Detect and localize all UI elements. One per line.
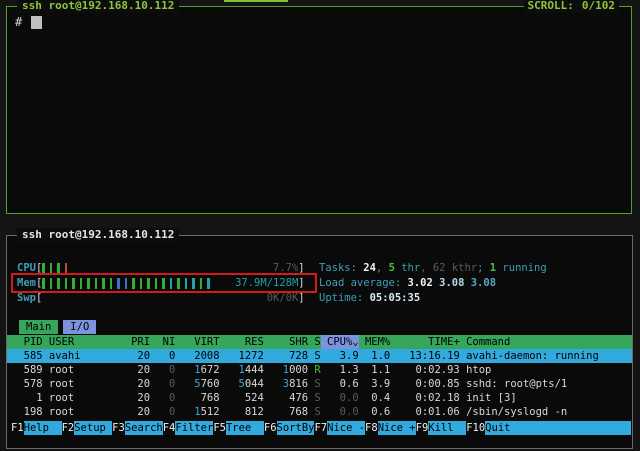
function-key-bar: F1HelpF2SetupF3SearchF4FilterF5TreeF6Sor… [11, 421, 631, 435]
fnlabel-setup[interactable]: Setup [74, 421, 112, 435]
meter-bar [200, 278, 203, 289]
mem-meter: Mem[37.9M/128M] [17, 276, 305, 291]
column-header-user[interactable]: USER [43, 335, 125, 349]
process-row-pid-1[interactable]: 1root200768524476S0.00.40:02.18init [3] [7, 391, 632, 405]
fnlabel-filter[interactable]: Filter [175, 421, 213, 435]
scroll-indicator: SCROLL: 0/102 [524, 0, 619, 13]
meter-bar [185, 278, 188, 289]
fnlabel-quit[interactable]: Quit [485, 421, 523, 435]
htop-screen: CPU[7.7%]Mem[37.9M/128M]Swp[0K/0K] Tasks… [7, 236, 632, 448]
swp-meter: Swp[0K/0K] [17, 291, 305, 306]
meter-bar [110, 278, 113, 289]
fnlabel-help[interactable]: Help [24, 421, 62, 435]
process-row-pid-198[interactable]: 198root2001512812768S0.00.60:01.06/sbin/… [7, 405, 632, 419]
fnkey-f3[interactable]: F3 [112, 421, 125, 435]
column-header-s[interactable]: S [308, 335, 321, 349]
fnkey-f6[interactable]: F6 [264, 421, 277, 435]
column-header-cpu[interactable]: CPU%⌄ [321, 335, 359, 349]
fnkey-f5[interactable]: F5 [213, 421, 226, 435]
cpu-meter-label: CPU [17, 262, 36, 274]
meter-bar [170, 278, 173, 289]
uptime-line: Uptime: 05:05:35 [319, 291, 547, 306]
meter-bar [50, 263, 53, 274]
meter-bar [132, 278, 135, 289]
meter-bar [147, 278, 150, 289]
meter-bar [177, 278, 180, 289]
fnlabel-kill[interactable]: Kill [428, 421, 466, 435]
process-row-pid-578[interactable]: 578root200576050443816S0.63.90:00.85sshd… [7, 377, 632, 391]
fnkey-f10[interactable]: F10 [466, 421, 485, 435]
column-header-time[interactable]: TIME+ [390, 335, 460, 349]
shell-prompt: # [15, 15, 42, 29]
tasks-line: Tasks: 24, 5 thr, 62 kthr; 1 running [319, 261, 547, 276]
process-row-pid-585[interactable]: 585avahi20020081272728S3.91.013:16.19ava… [7, 349, 632, 363]
meter-bar [155, 278, 158, 289]
fnlabel-nice[interactable]: Nice + [378, 421, 416, 435]
column-header-pri[interactable]: PRI [125, 335, 150, 349]
mem-meter-value: 37.9M/128M [235, 277, 298, 290]
meter-bar [72, 278, 75, 289]
meter-bar [57, 278, 60, 289]
fnkey-f8[interactable]: F8 [365, 421, 378, 435]
text-cursor [31, 16, 42, 29]
fnbar-filler [523, 421, 631, 435]
terminal-pane-bottom[interactable]: ssh root@192.168.10.112 CPU[7.7%]Mem[37.… [6, 235, 633, 449]
meter-bar [80, 278, 83, 289]
prompt-symbol: # [15, 15, 22, 29]
scroll-value: 0/102 [582, 0, 615, 12]
process-table-rows: 585avahi20020081272728S3.91.013:16.19ava… [7, 349, 632, 419]
meter-bar [125, 278, 128, 289]
column-header-mem[interactable]: MEM% [359, 335, 391, 349]
meter-bar [65, 263, 68, 274]
meter-bar [42, 278, 45, 289]
tab-io[interactable]: I/O [63, 320, 96, 334]
tab-main[interactable]: Main [19, 320, 58, 334]
meter-bar [57, 263, 60, 274]
meter-bar [162, 278, 165, 289]
meter-bar [42, 263, 45, 274]
fnlabel-search[interactable]: Search [125, 421, 163, 435]
fnlabel-tree[interactable]: Tree [226, 421, 264, 435]
load-average-line: Load average: 3.02 3.08 3.08 [319, 276, 547, 291]
meter-bar [207, 278, 210, 289]
process-table-header[interactable]: PIDUSERPRINIVIRTRESSHRSCPU%⌄MEM%TIME+Com… [7, 335, 632, 349]
column-header-shr[interactable]: SHR [264, 335, 308, 349]
column-header-ni[interactable]: NI [150, 335, 175, 349]
column-header-res[interactable]: RES [220, 335, 264, 349]
htop-meters: CPU[7.7%]Mem[37.9M/128M]Swp[0K/0K] [17, 261, 305, 306]
swp-meter-label: Swp [17, 292, 36, 304]
meter-bar [192, 278, 195, 289]
meter-bar [50, 278, 53, 289]
meter-bar [95, 278, 98, 289]
mem-meter-label: Mem [17, 277, 36, 289]
cpu-meter: CPU[7.7%] [17, 261, 305, 276]
htop-tabs: Main I/O [19, 320, 101, 334]
cpu-meter-value: 7.7% [273, 262, 298, 275]
fnkey-f7[interactable]: F7 [314, 421, 327, 435]
swp-meter-value: 0K/0K [267, 292, 299, 305]
fnkey-f4[interactable]: F4 [163, 421, 176, 435]
stray-green-line [224, 0, 288, 2]
meter-bar [87, 278, 90, 289]
fnkey-f2[interactable]: F2 [62, 421, 75, 435]
column-header-pid[interactable]: PID [11, 335, 43, 349]
terminal-pane-top[interactable]: ssh root@192.168.10.112 SCROLL:0/102 # [6, 6, 632, 214]
column-header-command[interactable]: Command [460, 335, 632, 349]
htop-info-column: Tasks: 24, 5 thr, 62 kthr; 1 runningLoad… [319, 261, 547, 306]
fnkey-f1[interactable]: F1 [11, 421, 24, 435]
meter-bar [117, 278, 120, 289]
fnlabel-nice[interactable]: Nice - [327, 421, 365, 435]
pane-title: ssh root@192.168.10.112 [17, 0, 179, 13]
meter-bar [140, 278, 143, 289]
column-header-virt[interactable]: VIRT [175, 335, 219, 349]
meter-bar [65, 278, 68, 289]
process-row-pid-589[interactable]: 589root200167214441000R1.31.10:02.93htop [7, 363, 632, 377]
meter-bar [102, 278, 105, 289]
scroll-label: SCROLL: [528, 0, 574, 12]
fnlabel-sortby[interactable]: SortBy [277, 421, 315, 435]
fnkey-f9[interactable]: F9 [416, 421, 429, 435]
